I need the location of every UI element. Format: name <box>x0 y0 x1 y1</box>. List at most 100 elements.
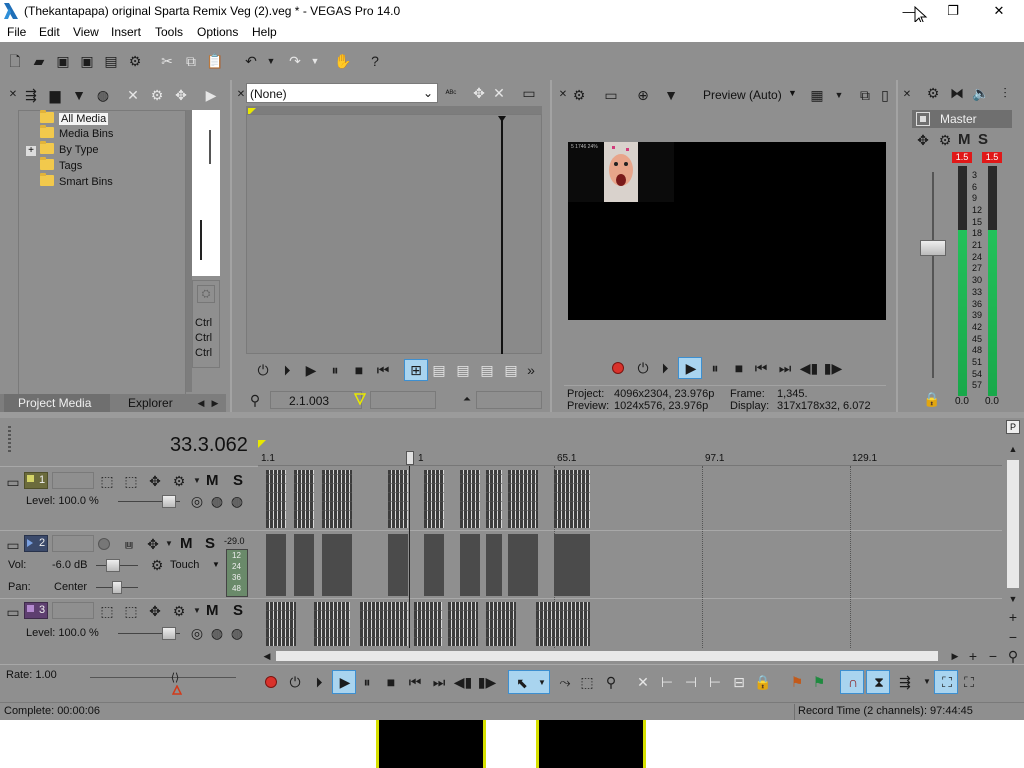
hscroll-thumb[interactable] <box>276 651 938 661</box>
video-preview-display[interactable]: 5 1746 24% <box>568 142 886 320</box>
play-from-start-icon[interactable]: ⏵ <box>656 359 674 377</box>
auto-crossfade-button[interactable]: ⧗ <box>866 670 890 694</box>
video-event[interactable] <box>388 470 408 528</box>
scroll-thumb[interactable] <box>209 130 211 164</box>
mixer-properties-icon[interactable]: ⚙ <box>924 84 942 102</box>
go-to-end-icon[interactable]: ⏭ <box>776 359 794 377</box>
video-event[interactable] <box>360 602 408 646</box>
menu-view[interactable]: View <box>73 25 99 39</box>
undo-dropdown-icon[interactable]: ▼ <box>262 52 280 70</box>
level-slider-handle[interactable] <box>162 627 176 640</box>
whats-this-help-icon[interactable]: ? <box>366 52 384 70</box>
insert-region-icon[interactable]: ⚑ <box>810 673 828 691</box>
trimmer-track-area[interactable] <box>246 114 542 354</box>
timeline-tracks-area[interactable] <box>258 466 1002 648</box>
scroll-right-icon[interactable]: ▶ <box>946 647 964 665</box>
new-file-icon[interactable]: 🗋 <box>6 52 24 70</box>
menu-help[interactable]: Help <box>252 25 277 39</box>
track-fx-icon[interactable]: ✥ <box>146 602 164 620</box>
automation-mode[interactable]: Touch <box>170 559 199 571</box>
master-fader-handle[interactable] <box>920 240 946 256</box>
fill-icon[interactable]: ▤ <box>502 361 520 379</box>
scroll-thumb[interactable] <box>200 220 202 260</box>
video-event[interactable] <box>294 470 314 528</box>
trimmer-window-icon[interactable]: ▭ <box>520 84 538 102</box>
video-event[interactable] <box>448 602 478 646</box>
media-properties-icon[interactable]: ⚙ <box>148 86 166 104</box>
audio-event[interactable] <box>266 534 286 596</box>
web-globe-icon[interactable]: ◍ <box>94 86 112 104</box>
paste-icon[interactable]: 📋 <box>206 52 224 70</box>
automation-dropdown-icon[interactable]: ▼ <box>188 472 206 490</box>
overlays-dropdown-icon[interactable]: ▼ <box>830 86 848 104</box>
fx-icon[interactable]: ⛭ <box>197 285 215 303</box>
track-automation-icon[interactable]: ⚙ <box>170 602 188 620</box>
overwrite-icon[interactable]: ▤ <box>430 361 448 379</box>
compositing-mode-icon[interactable]: ⬚ <box>122 472 140 490</box>
audio-event[interactable] <box>508 534 538 596</box>
play-button[interactable]: ▶ <box>332 670 356 694</box>
master-solo-button[interactable]: S <box>978 131 988 148</box>
vscroll-thumb[interactable] <box>1007 460 1019 588</box>
render-icon[interactable]: ▤ <box>102 52 120 70</box>
selection-in-field[interactable] <box>370 391 436 409</box>
fx-bypass-icon[interactable]: ◎ <box>188 492 206 510</box>
audio-event[interactable] <box>424 534 444 596</box>
parent-track-icon[interactable]: ◍ <box>228 492 246 510</box>
tab-scroll-right-icon[interactable]: ▶ <box>206 394 224 412</box>
menu-edit[interactable]: Edit <box>39 25 60 39</box>
video-event[interactable] <box>414 602 442 646</box>
insert-icon[interactable]: ▤ <box>454 361 472 379</box>
menu-tools[interactable]: Tools <box>155 25 183 39</box>
zoom-in-vertical-icon[interactable]: + <box>1004 608 1022 626</box>
previous-frame-icon[interactable]: ◀▮ <box>454 673 472 691</box>
tree-expander[interactable]: + <box>26 146 36 156</box>
tree-item-by-type[interactable]: By Type <box>40 141 180 159</box>
video-event[interactable] <box>536 602 590 646</box>
drag-grip[interactable] <box>8 426 11 452</box>
peak-right[interactable]: 1.5 <box>982 152 1002 163</box>
play-icon[interactable]: ▶ <box>302 361 320 379</box>
get-media-icon[interactable]: ▼ <box>70 86 88 104</box>
track-motion-icon[interactable]: ⬚ <box>98 472 116 490</box>
copy-icon[interactable]: ⧉ <box>182 52 200 70</box>
video-event[interactable] <box>266 470 286 528</box>
audio-event[interactable] <box>294 534 314 596</box>
arm-for-record-icon[interactable] <box>98 538 110 550</box>
next-frame-icon[interactable]: ▮▶ <box>824 359 842 377</box>
split-screen-dropdown-icon[interactable]: ▼ <box>662 86 680 104</box>
solo-button[interactable]: S <box>233 472 243 489</box>
stop-icon[interactable]: ■ <box>382 673 400 691</box>
audio-event[interactable] <box>554 534 590 596</box>
trim-end-icon[interactable]: ⊢ <box>706 673 724 691</box>
play-button[interactable]: ▶ <box>678 357 702 379</box>
go-to-start-icon[interactable]: ⏮ <box>752 359 770 377</box>
video-event[interactable] <box>554 470 590 528</box>
tab-explorer[interactable]: Explorer <box>112 394 188 412</box>
zoom-out-vertical-icon[interactable]: − <box>1004 628 1022 646</box>
track-name-field[interactable] <box>52 535 94 552</box>
fx-dropdown-icon[interactable]: ▼ <box>160 535 178 553</box>
cut-icon[interactable]: ✂ <box>158 52 176 70</box>
vol-slider-handle[interactable] <box>106 559 120 572</box>
media-fx-icon[interactable]: ✥ <box>172 86 190 104</box>
undo-icon[interactable]: ↶ <box>242 52 260 70</box>
menu-file[interactable]: File <box>7 25 26 39</box>
stop-icon[interactable]: ■ <box>730 359 748 377</box>
track-header-3[interactable]: ▭ 3 ⬚ ⬚ ✥ ⚙ ▼ M S Level: 100.0 % ◎ ◍ ◍ <box>0 598 258 648</box>
trimmer-media-dropdown[interactable]: (None) ⌄ <box>246 83 438 103</box>
snapping-button[interactable]: ∩ <box>840 670 864 694</box>
selection-tool-icon[interactable]: ⬚ <box>578 673 596 691</box>
chevron-down-icon[interactable]: ▼ <box>788 88 797 98</box>
tree-item-smart-bins[interactable]: Smart Bins <box>40 173 180 191</box>
master-mute-button[interactable]: M <box>958 131 971 148</box>
video-event[interactable] <box>508 470 538 528</box>
selection-length-field[interactable] <box>476 391 542 409</box>
zoom-out-horizontal-icon[interactable]: − <box>984 647 1002 665</box>
more-options-icon[interactable]: » <box>522 361 540 379</box>
import-media-icon[interactable]: ⇶ <box>22 86 40 104</box>
save-snapshot-icon[interactable]: ▯ <box>876 86 894 104</box>
normal-edit-tool-button[interactable]: ⬉ ▼ <box>508 670 550 694</box>
timeline-ruler[interactable] <box>258 450 1002 466</box>
track-name-field[interactable] <box>52 602 94 619</box>
